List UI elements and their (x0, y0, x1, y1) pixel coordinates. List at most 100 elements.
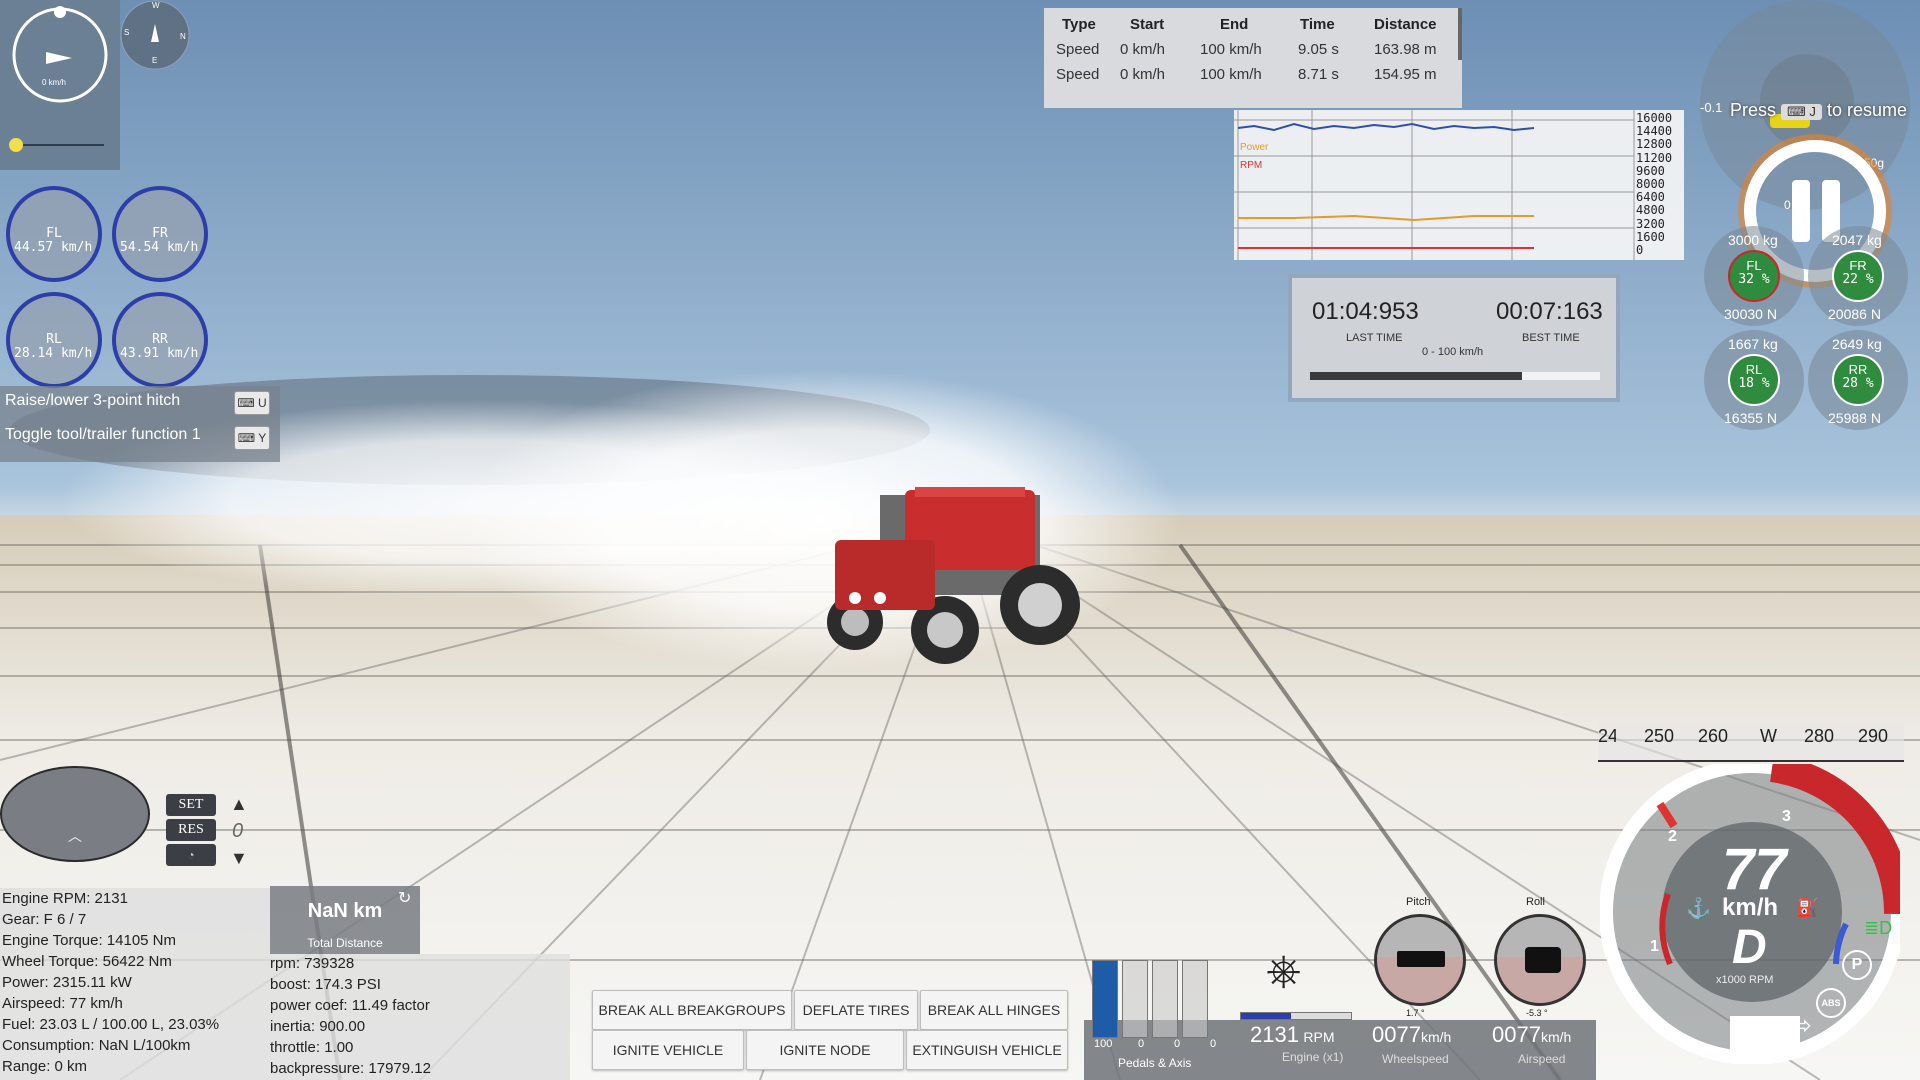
tire-pct: 18 % (1738, 376, 1770, 391)
binding-label: Raise/lower 3-point hitch (5, 392, 181, 409)
readout-value: 0077 (1372, 1022, 1421, 1047)
pedal-value: 0 (1210, 1038, 1217, 1050)
table-header: End (1220, 16, 1249, 33)
stat-line: Airspeed: 77 km/h (2, 995, 123, 1012)
hitch-icon: ⚓ (1686, 898, 1711, 920)
tire-load-rr: 2649 kg RR 28 % 25988 N (1808, 330, 1908, 430)
stat-line: Consumption: NaN L/100km (2, 1037, 191, 1054)
stat-line: Range: 0 km (2, 1058, 88, 1075)
tire-label: FL (1746, 258, 1762, 273)
deflate-tires-button[interactable]: DEFLATE TIRES (794, 990, 918, 1030)
gauge-tick: 1 (1650, 938, 1659, 955)
reset-icon[interactable]: ↻ (398, 888, 411, 908)
tire-load-fr: 2047 kg FR 22 % 20086 N (1808, 226, 1908, 326)
break-all-breakgroups-button[interactable]: BREAK ALL BREAKGROUPS (592, 990, 792, 1030)
tire-label: RL (1745, 362, 1763, 377)
table-cell: 154.95 m (1374, 66, 1437, 83)
y-tick: 3200 (1636, 216, 1665, 231)
tire-load-fl: 3000 kg FL 32 % 30030 N (1704, 226, 1804, 326)
extinguish-vehicle-button[interactable]: EXTINGUISH VEHICLE (906, 1030, 1068, 1070)
tire-pct: 28 % (1842, 376, 1874, 391)
timer-progress-fill (1310, 372, 1522, 380)
tire-kg: 1667 kg (1728, 336, 1778, 352)
tire-n: 30030 N (1724, 306, 1777, 322)
readout-value: 0077 (1492, 1022, 1541, 1047)
legend-rpm: RPM (1240, 160, 1263, 171)
minimap-panel: 0 km/h (0, 0, 120, 170)
roll-indicator (1494, 914, 1586, 1006)
gauge-tick: 3 (1782, 808, 1791, 825)
y-tick: 0 (1636, 243, 1644, 258)
readout-value: 2131 (1250, 1022, 1299, 1047)
fuel-icon: ⛽ (1796, 898, 1819, 918)
key-label: U (257, 396, 267, 410)
readout-unit: RPM (1303, 1029, 1335, 1045)
cruise-res-button[interactable]: RES (166, 819, 216, 841)
keycap[interactable]: ⌨ U (234, 391, 270, 415)
y-tick: 12800 (1636, 137, 1673, 152)
trip-label: Total Distance (307, 936, 383, 950)
compass-w: W (152, 1, 160, 10)
table-scrollbar[interactable] (1458, 8, 1462, 60)
rpm-scale-label: x1000 RPM (1716, 974, 1774, 986)
cruise-control: SET RES ◔ ▲ 0 ▼ (166, 794, 256, 874)
series-line-blue (1237, 122, 1535, 132)
parking-bar-track (1182, 960, 1208, 1038)
ignite-vehicle-button[interactable]: IGNITE VEHICLE (592, 1030, 744, 1070)
cruise-value: 0 (232, 820, 244, 842)
series-line-power (1238, 214, 1534, 222)
wheel-value: 54.54 km/h (120, 240, 199, 255)
wheel-speed-rr: RR 43.91 km/h (112, 292, 208, 388)
cruise-up-icon[interactable]: ▲ (230, 794, 248, 815)
pedals-label: Pedals & Axis (1118, 1056, 1192, 1070)
cruise-set-button[interactable]: SET (166, 794, 216, 816)
throttle-bar-track (1092, 960, 1118, 1038)
table-cell: Speed (1056, 66, 1100, 83)
last-time: 01:04:953 (1312, 298, 1419, 325)
heading-tick: 240 (1598, 726, 1616, 746)
heading-tick: 290 (1858, 726, 1889, 746)
cruise-icon: ◔ (166, 844, 216, 866)
binding-label: Toggle tool/trailer function 1 (5, 426, 201, 443)
stat-line: rpm: 739328 (270, 955, 355, 972)
y-tick: 1600 (1636, 229, 1665, 244)
heading-tick: 280 (1804, 726, 1835, 746)
power-graph: Power RPM 16000 14400 12800 11200 9600 8… (1234, 110, 1684, 260)
pause-keycap[interactable]: ⌨ J (1781, 104, 1822, 120)
gforce-left: -0.1 (1700, 100, 1723, 115)
tire-n: 25988 N (1828, 410, 1881, 426)
tire-n: 20086 N (1828, 306, 1881, 322)
wheel-value: 44.57 km/h (14, 240, 93, 255)
pitch-indicator (1374, 914, 1466, 1006)
radar: ︿ (0, 766, 150, 862)
keycap[interactable]: ⌨ Y (234, 426, 270, 450)
ignite-node-button[interactable]: IGNITE NODE (746, 1030, 904, 1070)
heading-tick: 260 (1698, 726, 1729, 746)
lap-timer: 01:04:953 LAST TIME 00:07:163 BEST TIME … (1288, 274, 1620, 402)
table-header: Distance (1374, 16, 1437, 33)
stat-line: throttle: 1.00 (270, 1039, 354, 1056)
table-cell: 100 km/h (1200, 66, 1262, 83)
wheel-speed-fl: FL 44.57 km/h (6, 186, 102, 282)
tire-n: 16355 N (1724, 410, 1777, 426)
table-cell: 0 km/h (1120, 41, 1166, 58)
stat-line: backpressure: 17979.12 (270, 1060, 431, 1077)
turn-left-icon: ⇦ (1754, 1016, 1776, 1046)
cruise-down-icon[interactable]: ▼ (230, 848, 248, 869)
readout-unit: km/h (1420, 1029, 1452, 1045)
headlight-icon: ≣D (1864, 918, 1893, 938)
break-all-hinges-button[interactable]: BREAK ALL HINGES (920, 990, 1068, 1030)
tire-label: FR (1849, 258, 1867, 273)
graph-plot (1234, 110, 1635, 260)
wheel-label: RL (46, 332, 62, 347)
best-time: 00:07:163 (1496, 298, 1603, 325)
parking-brake-icon: P (1842, 950, 1872, 980)
table-cell: Speed (1056, 41, 1100, 58)
trip-panel: NaN km Total Distance ↻ (270, 886, 420, 954)
wheel-value: 43.91 km/h (120, 346, 199, 361)
vehicle-stats: Engine RPM: 2131 Gear: F 6 / 7 Engine To… (0, 888, 270, 1080)
abs-label: ABS (1821, 998, 1841, 1008)
speed-unit: km/h (1722, 894, 1779, 921)
heading-tape: 240 250 260 W 280 290 (1598, 722, 1904, 762)
tire-kg: 3000 kg (1728, 232, 1778, 248)
